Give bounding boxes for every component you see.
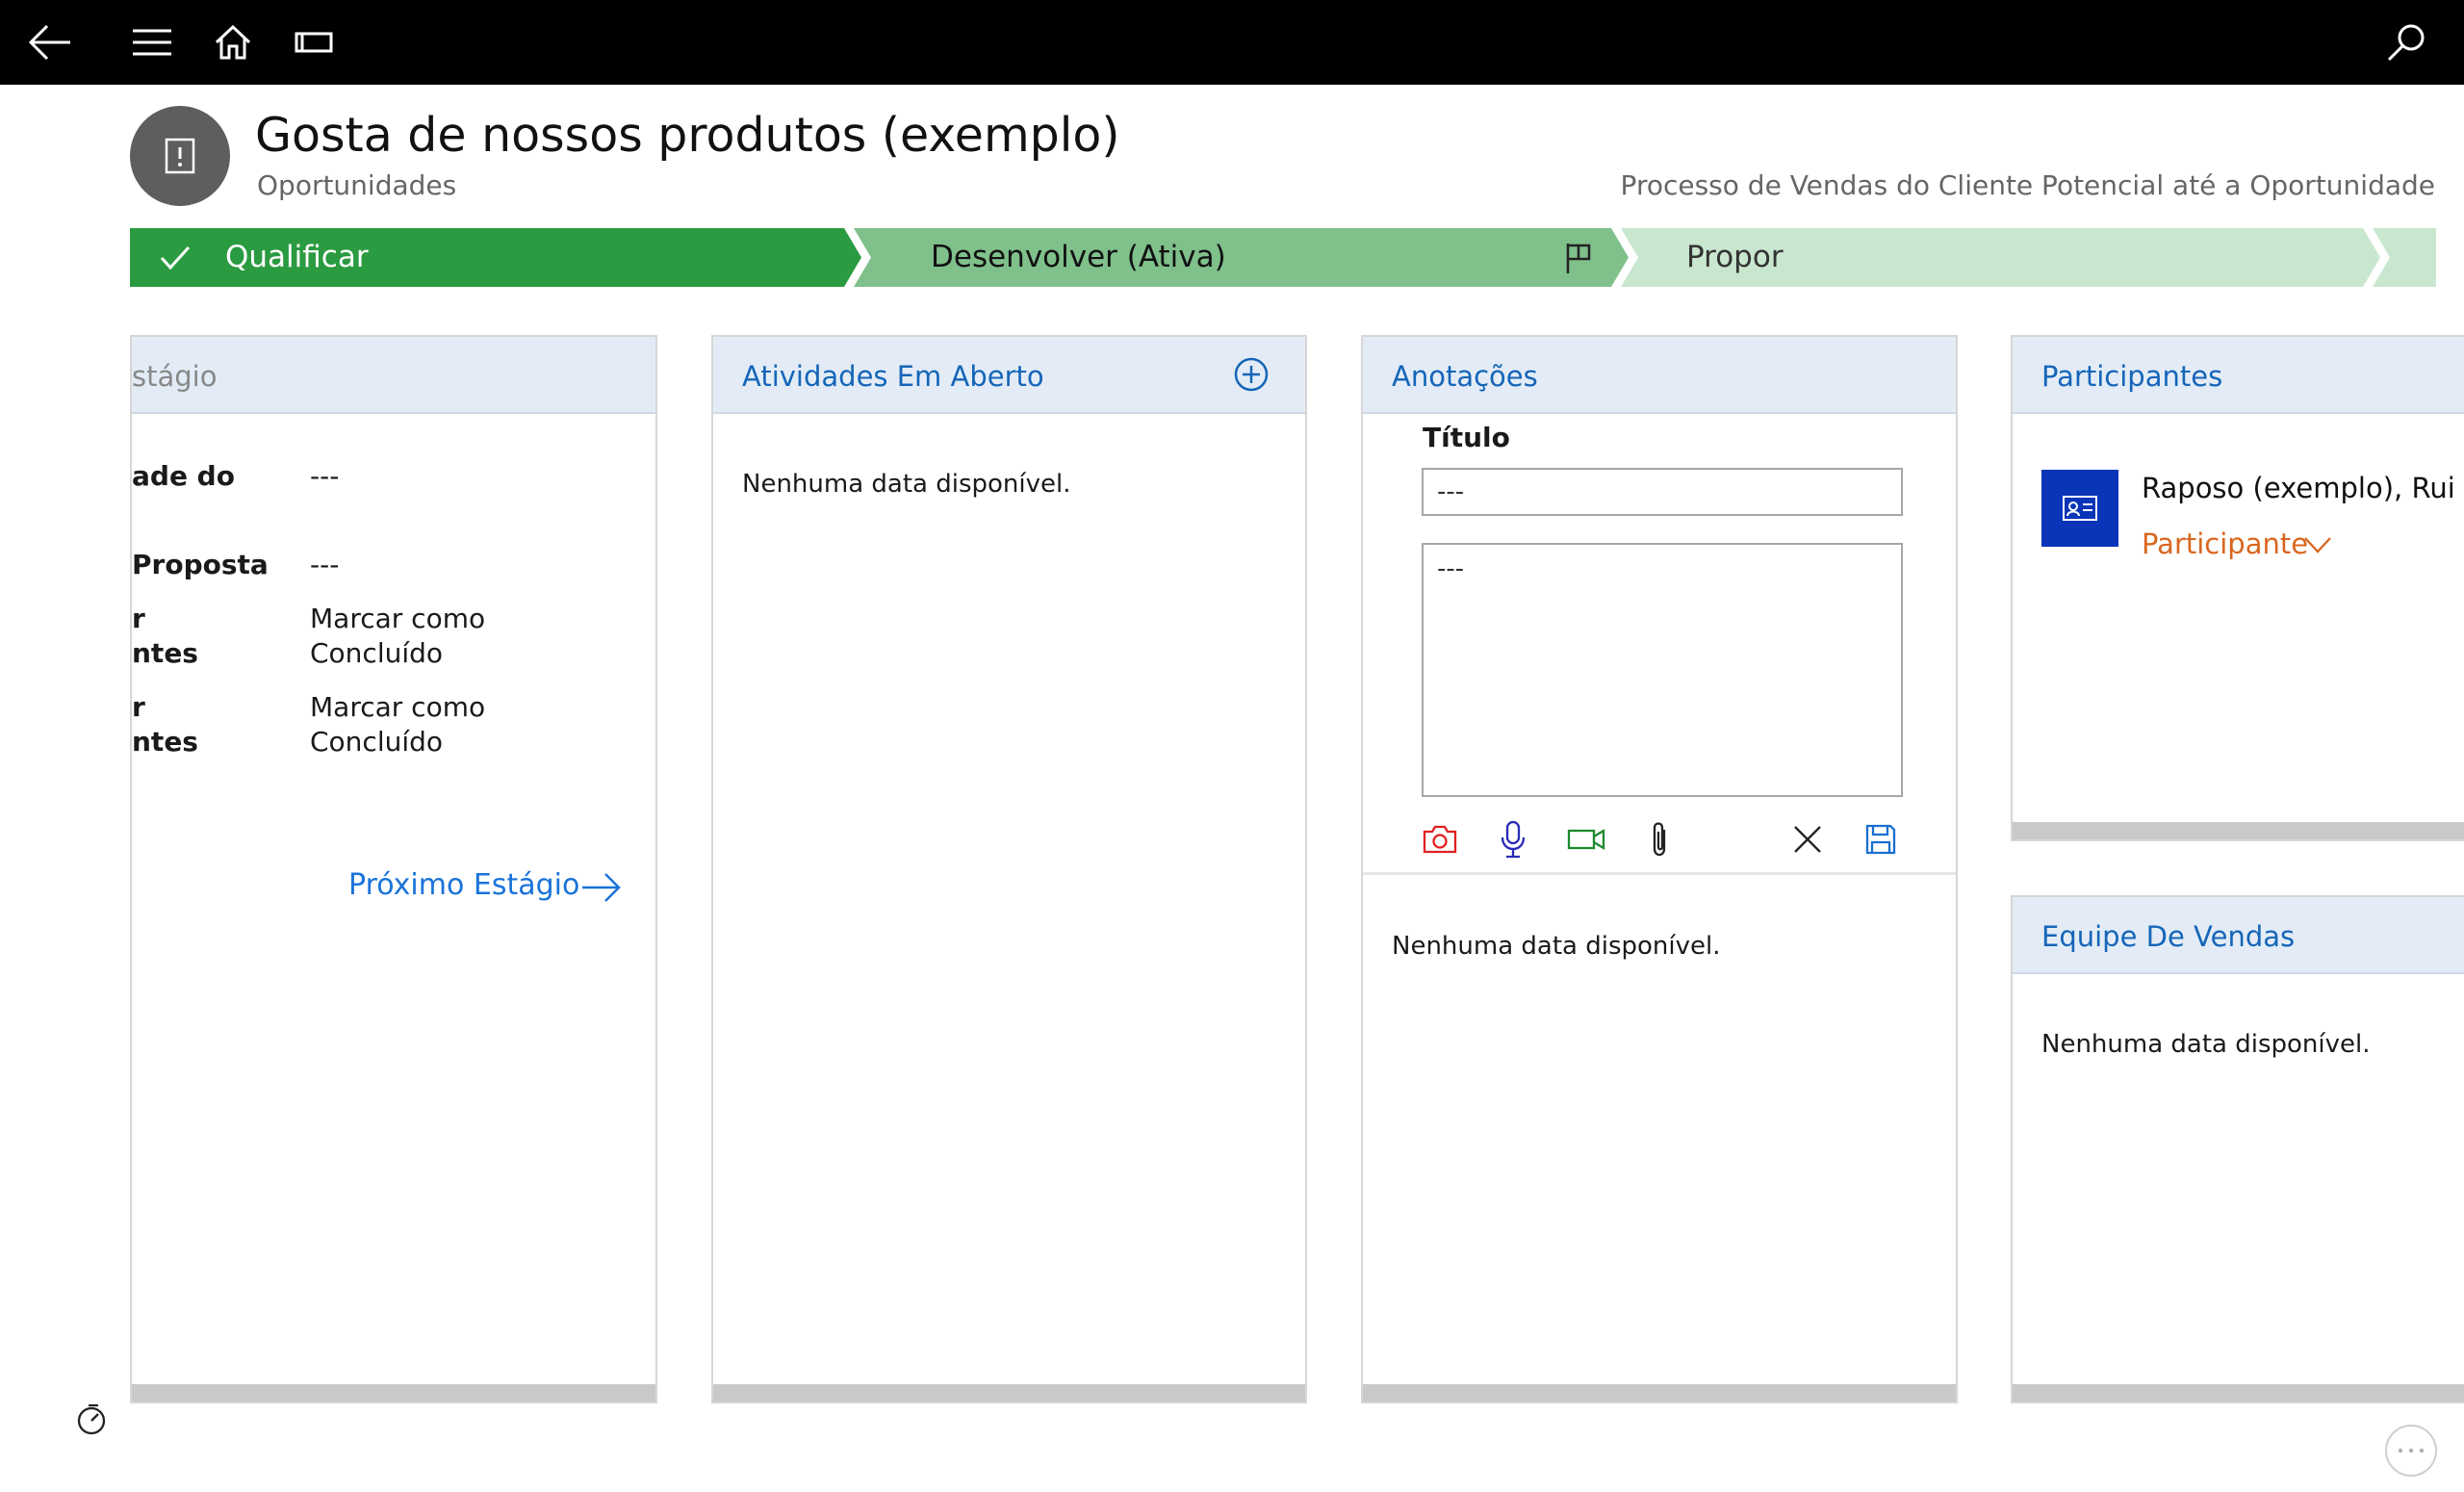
field-label: Proposta <box>132 549 269 580</box>
participants-title: Participantes <box>2041 360 2223 393</box>
back-arrow-icon <box>28 24 70 61</box>
notes-card: Anotações Título --- --- Nenhuma data di… <box>1361 335 1958 1403</box>
mark-complete-link[interactable]: Marcar como <box>310 603 485 634</box>
record-avatar <box>130 106 230 206</box>
save-note-button[interactable] <box>1860 818 1902 861</box>
field-label: ntes <box>132 637 198 669</box>
sales-team-card: Equipe De Vendas Nenhuma data disponível… <box>2011 895 2464 1403</box>
mark-complete-link[interactable]: Marcar como <box>310 691 485 723</box>
flag-icon[interactable] <box>1564 242 1593 274</box>
microphone-button[interactable] <box>1492 818 1534 861</box>
opportunity-icon <box>165 138 195 174</box>
record-title: Gosta de nossos produtos (exemplo) <box>255 108 1120 163</box>
card-scrollbar[interactable] <box>2013 1384 2464 1402</box>
menu-button[interactable] <box>123 13 181 71</box>
field-value[interactable]: --- <box>310 460 339 492</box>
microphone-icon <box>1501 820 1526 859</box>
camera-icon <box>1423 825 1457 854</box>
notes-divider <box>1363 872 1956 875</box>
entity-name: Oportunidades <box>257 169 457 201</box>
activities-card: Atividades Em Aberto Nenhuma data dispon… <box>711 335 1307 1403</box>
stage-card-title: stágio <box>132 360 218 393</box>
activities-header: Atividades Em Aberto <box>713 337 1305 414</box>
participants-card: Participantes Raposo (exemplo), Rui Part… <box>2011 335 2464 841</box>
stage-card: stágio ade do --- Proposta --- r ntes Ma… <box>130 335 657 1403</box>
close-icon <box>1794 826 1821 853</box>
home-icon <box>215 24 251 60</box>
contact-card-icon <box>2063 496 2097 521</box>
notes-header: Anotações <box>1363 337 1956 414</box>
next-stage-button[interactable]: Próximo Estágio <box>348 868 579 902</box>
hamburger-icon <box>133 29 171 56</box>
recent-button[interactable] <box>285 13 343 71</box>
stage-desenvolver[interactable]: Desenvolver (Ativa) <box>931 240 1226 274</box>
sales-team-empty: Nenhuma data disponível. <box>2041 1030 2371 1059</box>
discard-note-button[interactable] <box>1786 818 1829 861</box>
search-icon <box>2387 24 2425 62</box>
participants-header: Participantes <box>2013 337 2464 414</box>
sales-team-header: Equipe De Vendas <box>2013 897 2464 974</box>
stage-shape-next[interactable] <box>2373 228 2436 287</box>
video-button[interactable] <box>1565 818 1607 861</box>
field-label: r <box>132 691 145 723</box>
home-button[interactable] <box>204 13 262 71</box>
card-scrollbar[interactable] <box>2013 822 2464 839</box>
sales-team-title: Equipe De Vendas <box>2041 920 2296 953</box>
field-value[interactable]: --- <box>310 549 339 580</box>
contact-tile[interactable] <box>2041 470 2118 547</box>
card-scrollbar[interactable] <box>132 1384 655 1402</box>
note-title-input[interactable]: --- <box>1422 468 1903 516</box>
save-icon <box>1865 824 1896 855</box>
top-nav-bar <box>0 0 2464 85</box>
card-scrollbar[interactable] <box>1363 1384 1956 1402</box>
checkmark-icon <box>160 245 191 270</box>
attachment-button[interactable] <box>1638 818 1681 861</box>
card-scrollbar[interactable] <box>713 1384 1305 1402</box>
camera-button[interactable] <box>1419 818 1461 861</box>
chevron-down-icon[interactable] <box>2303 535 2332 554</box>
note-body-input[interactable]: --- <box>1422 543 1903 797</box>
participant-role[interactable]: Participante <box>2142 527 2308 560</box>
notes-title: Anotações <box>1392 360 1538 393</box>
mark-complete-link[interactable]: Concluído <box>310 726 443 758</box>
participant-name[interactable]: Raposo (exemplo), Rui <box>2142 472 2455 504</box>
stage-qualificar[interactable]: Qualificar <box>225 240 369 274</box>
search-button[interactable] <box>2377 13 2435 71</box>
add-activity-icon[interactable] <box>1233 356 1270 393</box>
refresh-icon[interactable] <box>75 1403 108 1436</box>
stage-card-header: stágio <box>132 337 655 414</box>
back-button[interactable] <box>21 13 79 71</box>
arrow-right-icon[interactable] <box>580 872 623 903</box>
process-name: Processo de Vendas do Cliente Potencial … <box>1620 169 2435 201</box>
video-icon <box>1567 828 1605 851</box>
attachment-icon <box>1653 822 1666 857</box>
process-bar: Qualificar Desenvolver (Ativa) Propor <box>130 228 2436 287</box>
field-label: r <box>132 603 145 634</box>
field-label: ade do <box>132 460 235 492</box>
activities-title: Atividades Em Aberto <box>742 360 1044 393</box>
mark-complete-link[interactable]: Concluído <box>310 637 443 669</box>
notes-empty: Nenhuma data disponível. <box>1392 932 1721 961</box>
more-button[interactable] <box>2385 1425 2437 1477</box>
stage-propor[interactable]: Propor <box>1686 240 1784 274</box>
field-label: ntes <box>132 726 198 758</box>
recent-records-icon <box>295 32 333 53</box>
note-title-label: Título <box>1423 422 1510 453</box>
activities-empty: Nenhuma data disponível. <box>742 470 1071 499</box>
more-dots-icon <box>2398 1448 2425 1453</box>
